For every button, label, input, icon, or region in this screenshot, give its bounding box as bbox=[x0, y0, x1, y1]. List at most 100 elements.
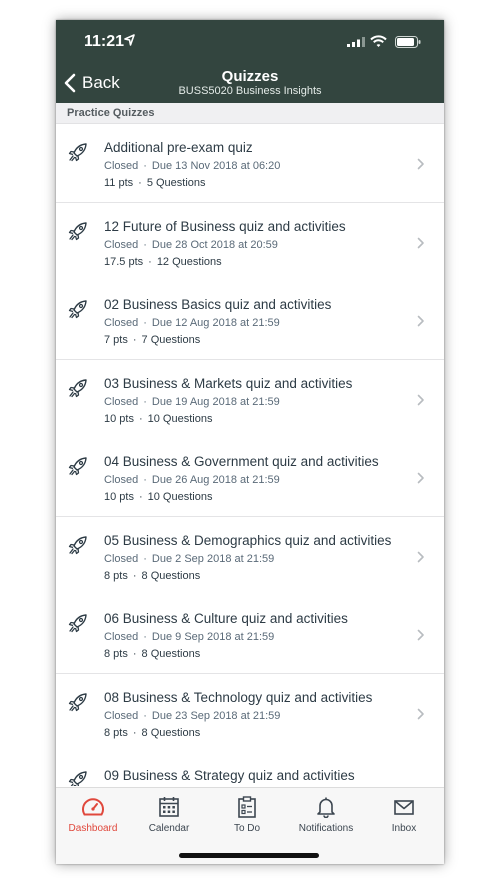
quiz-details-line: 8 pts · 8 Questions bbox=[104, 648, 200, 660]
quiz-points: 8 pts bbox=[104, 648, 128, 660]
cellular-signal-icon bbox=[347, 37, 365, 47]
quiz-status: Closed bbox=[104, 631, 139, 643]
tab-label: Notifications bbox=[298, 823, 354, 834]
quiz-title: 03 Business & Markets quiz and activitie… bbox=[104, 376, 353, 391]
rocket-icon bbox=[68, 379, 87, 398]
quiz-question-count: 10 Questions bbox=[147, 491, 213, 503]
quiz-question-count: 8 Questions bbox=[141, 648, 201, 660]
rocket-icon bbox=[68, 222, 87, 241]
chevron-right-icon bbox=[417, 158, 424, 170]
separator-dot: · bbox=[143, 631, 147, 643]
chevron-right-icon bbox=[417, 708, 424, 720]
separator-dot: · bbox=[143, 710, 147, 722]
inbox-icon bbox=[394, 800, 414, 815]
quiz-due-date: Due 2 Sep 2018 at 21:59 bbox=[151, 553, 275, 565]
separator-dot: · bbox=[132, 570, 137, 582]
tab-calendar[interactable]: Calendar bbox=[131, 796, 207, 834]
tab-notifications[interactable]: Notifications bbox=[288, 796, 364, 834]
quiz-row[interactable]: 02 Business Basics quiz and activities Cl… bbox=[56, 281, 444, 360]
quiz-status-line: Closed · Due 28 Oct 2018 at 20:59 bbox=[104, 239, 278, 251]
section-header: Practice Quizzes bbox=[56, 103, 444, 124]
rocket-icon bbox=[68, 771, 87, 786]
quiz-details-line: 10 pts · 10 Questions bbox=[104, 491, 212, 503]
quiz-details-line: 8 pts · 8 Questions bbox=[104, 570, 200, 582]
quiz-row[interactable]: 05 Business & Demographics quiz and acti… bbox=[56, 517, 444, 596]
quiz-row[interactable]: 12 Future of Business quiz and activitie… bbox=[56, 203, 444, 282]
quiz-status-line: Closed · Due 2 Sep 2018 at 21:59 bbox=[104, 553, 274, 565]
location-arrow-icon bbox=[124, 34, 135, 46]
quiz-status: Closed bbox=[104, 710, 139, 722]
quiz-status: Closed bbox=[104, 553, 139, 565]
chevron-right-icon bbox=[417, 551, 424, 563]
tab-label: To Do bbox=[233, 823, 261, 834]
quiz-row[interactable]: Additional pre-exam quiz Closed · Due 13 No… bbox=[56, 124, 444, 203]
quiz-row[interactable]: 03 Business & Markets quiz and activitie… bbox=[56, 360, 444, 439]
chevron-right-icon bbox=[417, 629, 424, 641]
quiz-title: 08 Business & Technology quiz and activi… bbox=[104, 690, 373, 705]
quiz-row[interactable]: 09 Business & Strategy quiz and activiti… bbox=[56, 752, 444, 786]
tab-label: Calendar bbox=[148, 823, 190, 834]
back-button[interactable]: Back bbox=[64, 70, 120, 96]
rocket-icon bbox=[68, 143, 87, 162]
quiz-title: 12 Future of Business quiz and activitie… bbox=[104, 219, 346, 234]
separator-dot: · bbox=[143, 553, 147, 565]
quiz-row[interactable]: 06 Business & Culture quiz and activitie… bbox=[56, 595, 444, 674]
quiz-title: Additional pre-exam quiz bbox=[104, 140, 253, 155]
quiz-points: 8 pts bbox=[104, 727, 128, 739]
quiz-row[interactable]: 04 Business & Government quiz and activi… bbox=[56, 438, 444, 517]
quiz-details-line: 10 pts · 10 Questions bbox=[104, 413, 212, 425]
quiz-list[interactable]: Additional pre-exam quiz Closed · Due 13 No… bbox=[56, 124, 444, 786]
chevron-right-icon bbox=[417, 472, 424, 484]
chevron-right-icon bbox=[417, 394, 424, 406]
separator-dot: · bbox=[148, 256, 152, 268]
separator-dot: · bbox=[132, 334, 137, 346]
quiz-due-date: Due 26 Aug 2018 at 21:59 bbox=[151, 474, 280, 486]
quiz-due-date: Due 19 Aug 2018 at 21:59 bbox=[151, 396, 280, 408]
quiz-due-date: Due 28 Oct 2018 at 20:59 bbox=[151, 239, 278, 251]
quiz-title: 09 Business & Strategy quiz and activiti… bbox=[104, 768, 355, 783]
tab-label: Inbox bbox=[391, 823, 417, 834]
navigation-bar: 11:21 Back Quizzes BUSS5020 Business Ins… bbox=[56, 20, 444, 103]
chevron-right-icon bbox=[417, 237, 424, 249]
tab-dashboard[interactable]: Dashboard bbox=[56, 796, 131, 834]
quiz-title: 06 Business & Culture quiz and activitie… bbox=[104, 611, 348, 626]
quiz-status: Closed bbox=[104, 317, 139, 329]
quiz-details-line: 11 pts · 5 Questions bbox=[104, 177, 206, 189]
quiz-status-line: Closed · Due 13 Nov 2018 at 06:20 bbox=[104, 160, 280, 172]
rocket-icon bbox=[68, 300, 87, 319]
quiz-status-line: Closed · Due 9 Sep 2018 at 21:59 bbox=[104, 631, 274, 643]
quiz-points: 10 pts bbox=[104, 491, 134, 503]
dashboard-icon bbox=[82, 798, 104, 816]
separator-dot: · bbox=[138, 491, 143, 503]
separator-dot: · bbox=[143, 396, 147, 408]
separator-dot: · bbox=[143, 317, 147, 329]
rocket-icon bbox=[68, 614, 87, 633]
separator-dot: · bbox=[143, 239, 147, 251]
tab-inbox[interactable]: Inbox bbox=[366, 796, 442, 834]
quiz-status-line: Closed · Due 23 Sep 2018 at 21:59 bbox=[104, 710, 280, 722]
chevron-left-icon bbox=[64, 73, 76, 93]
quiz-status: Closed bbox=[104, 160, 139, 172]
tab-todo[interactable]: To Do bbox=[209, 796, 285, 834]
section-label: Practice Quizzes bbox=[67, 107, 155, 119]
separator-dot: · bbox=[132, 727, 137, 739]
rocket-icon bbox=[68, 457, 87, 476]
todo-icon bbox=[238, 796, 256, 818]
quiz-question-count: 8 Questions bbox=[141, 727, 201, 739]
quiz-points: 17.5 pts bbox=[104, 256, 144, 268]
rocket-icon bbox=[68, 693, 87, 712]
rocket-icon bbox=[68, 536, 87, 555]
quiz-due-date: Due 23 Sep 2018 at 21:59 bbox=[151, 710, 281, 722]
quiz-row[interactable]: 08 Business & Technology quiz and activi… bbox=[56, 674, 444, 753]
quiz-points: 11 pts bbox=[104, 177, 134, 189]
back-label: Back bbox=[82, 73, 120, 92]
quiz-title: 02 Business Basics quiz and activities bbox=[104, 297, 332, 312]
chevron-right-icon bbox=[417, 315, 424, 327]
quiz-status-line: Closed · Due 19 Aug 2018 at 21:59 bbox=[104, 396, 280, 408]
calendar-icon bbox=[159, 797, 179, 817]
quiz-points: 10 pts bbox=[104, 413, 134, 425]
quiz-due-date: Due 13 Nov 2018 at 06:20 bbox=[151, 160, 281, 172]
separator-dot: · bbox=[138, 413, 143, 425]
quiz-status: Closed bbox=[104, 474, 139, 486]
quiz-points: 8 pts bbox=[104, 570, 128, 582]
